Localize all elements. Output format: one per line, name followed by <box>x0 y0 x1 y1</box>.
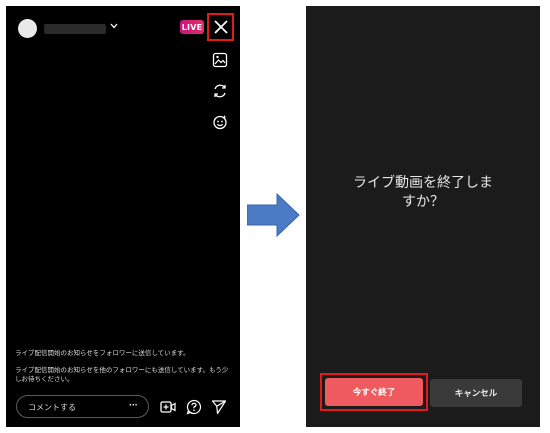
dialog-title-line: ライブ動画を終了しま <box>353 175 493 191</box>
dialog-title: ライブ動画を終了しま すか？ <box>306 174 540 212</box>
close-icon <box>213 20 228 34</box>
question-icon[interactable] <box>186 399 202 415</box>
add-video-icon[interactable] <box>160 399 176 415</box>
arrow-right-icon <box>247 193 300 237</box>
notice-text: ライブ配信開始のお知らせをフォロワーに送信しています。 <box>15 349 190 357</box>
avatar[interactable] <box>18 19 37 38</box>
face-effect-icon[interactable] <box>212 114 228 130</box>
cancel-button[interactable]: キャンセル <box>430 379 522 407</box>
comment-placeholder: コメントする <box>28 403 76 412</box>
redacted-username <box>44 24 106 34</box>
notice-text: ライブ配信開始のお知らせを他のフォロワーにも送信しています。もう少しお待ちくださ… <box>15 366 229 383</box>
end-live-dialog-screen: ライブ動画を終了しま すか？ 今すぐ終了 キャンセル <box>306 6 540 427</box>
close-button[interactable] <box>207 13 234 41</box>
send-icon[interactable] <box>211 399 227 415</box>
chevron-down-icon[interactable] <box>109 21 119 31</box>
dialog-title-line: すか？ <box>402 194 444 210</box>
end-button-highlight: 今すぐ終了 <box>320 373 428 411</box>
more-options-icon[interactable]: ··· <box>129 398 139 412</box>
end-now-button[interactable]: 今すぐ終了 <box>325 378 423 406</box>
image-icon[interactable] <box>212 52 228 68</box>
live-broadcast-screen: LIVE ライブ配信開始のお知らせをフォロワーに送信しています。 ライブ配信開始… <box>6 6 240 427</box>
switch-camera-icon[interactable] <box>212 83 228 99</box>
live-badge: LIVE <box>180 20 204 34</box>
comment-input[interactable]: コメントする ··· <box>16 395 149 418</box>
